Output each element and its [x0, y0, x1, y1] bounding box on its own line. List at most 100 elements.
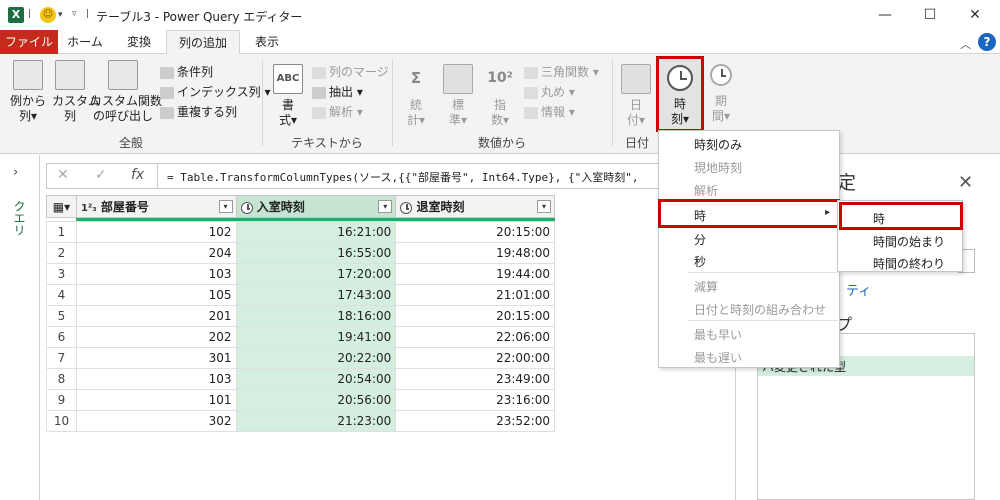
table-cell[interactable]: 18:16:00 [235, 305, 397, 327]
table-cell[interactable]: 301 [75, 347, 237, 369]
tab-home[interactable]: ホーム [58, 30, 112, 54]
index-column-button[interactable]: インデックス列 ▾ [160, 82, 270, 102]
table-cell[interactable]: 23:16:00 [395, 389, 555, 411]
cancel-icon[interactable]: ✕ [57, 167, 69, 183]
conditional-column-button[interactable]: 条件列 [160, 62, 270, 82]
table-cell[interactable]: 19:44:00 [395, 263, 555, 285]
close-icon[interactable]: ✕ [958, 172, 973, 193]
number-type-icon[interactable]: 1²₃ [81, 203, 97, 214]
time-type-icon[interactable] [400, 201, 413, 214]
merge-columns-button[interactable]: 列のマージ [312, 62, 389, 82]
filter-dropdown-icon[interactable]: ▾ [218, 200, 233, 213]
row-number[interactable]: 4 [46, 284, 77, 306]
table-cell[interactable]: 204 [75, 242, 237, 264]
menu-item-subtract[interactable]: 減算 [694, 278, 718, 295]
row-number[interactable]: 1 [46, 221, 77, 243]
table-cell[interactable]: 20:15:00 [395, 221, 555, 243]
row-number[interactable]: 6 [46, 326, 77, 348]
row-number[interactable]: 5 [46, 305, 77, 327]
table-cell[interactable]: 23:49:00 [395, 368, 555, 390]
statistics-button[interactable]: Σ 統 計▾ [398, 64, 434, 128]
column-from-examples-button[interactable]: 例から 列▾ [6, 60, 50, 124]
custom-column-button[interactable]: カスタム 列 [52, 60, 100, 124]
help-icon[interactable]: ? [978, 33, 996, 51]
table-cell[interactable]: 22:06:00 [395, 326, 555, 348]
row-number[interactable]: 10 [46, 410, 77, 432]
table-cell[interactable]: 202 [75, 326, 237, 348]
queries-label[interactable]: クエリ [12, 200, 28, 236]
column-header-entry-time[interactable]: 入室時刻 ▾ [235, 195, 397, 218]
submenu-item-start-of-hour[interactable]: 時間の始まり [873, 233, 945, 250]
submenu-item-hour[interactable]: 時 [839, 202, 963, 230]
table-cell[interactable]: 16:55:00 [235, 242, 397, 264]
table-cell[interactable]: 17:20:00 [235, 263, 397, 285]
table-cell[interactable]: 101 [75, 389, 237, 411]
table-cell[interactable]: 20:15:00 [395, 305, 555, 327]
check-icon[interactable]: ✓ [95, 167, 107, 183]
table-menu-icon[interactable]: ▦▾ [46, 195, 77, 218]
menu-item-second[interactable]: 秒 [694, 253, 706, 270]
table-cell[interactable]: 201 [75, 305, 237, 327]
tab-add-column[interactable]: 列の追加 [166, 30, 240, 54]
collapse-ribbon-icon[interactable]: ︿ [960, 36, 971, 52]
tab-file[interactable]: ファイル [0, 30, 58, 54]
fx-icon[interactable]: fx [131, 167, 144, 183]
table-cell[interactable]: 23:52:00 [395, 410, 555, 432]
menu-item-minute[interactable]: 分 [694, 231, 706, 248]
information-button[interactable]: 情報 ▾ [524, 102, 599, 122]
filter-dropdown-icon[interactable]: ▾ [537, 200, 551, 213]
row-number[interactable]: 7 [46, 347, 77, 369]
expand-queries-icon[interactable]: › [13, 165, 18, 180]
minimize-button[interactable]: — [870, 5, 900, 25]
tab-transform[interactable]: 変換 [112, 30, 166, 54]
submenu-item-end-of-hour[interactable]: 時間の終わり [873, 255, 945, 272]
invoke-custom-function-button[interactable]: カスタム関数 の呼び出し [90, 60, 162, 124]
menu-item-local-time[interactable]: 現地時刻 [694, 159, 742, 176]
table-cell[interactable]: 103 [75, 368, 237, 390]
trigonometry-button[interactable]: 三角関数 ▾ [524, 62, 599, 82]
parse-button[interactable]: 解析 ▾ [312, 102, 389, 122]
close-button[interactable]: ✕ [960, 5, 990, 25]
all-properties-link[interactable]: ティ [846, 280, 871, 299]
row-number[interactable]: 9 [46, 389, 77, 411]
table-cell[interactable]: 22:00:00 [395, 347, 555, 369]
scientific-button[interactable]: 10² 指 数▾ [482, 64, 518, 128]
table-cell[interactable]: 16:21:00 [235, 221, 397, 243]
table-cell[interactable]: 19:48:00 [395, 242, 555, 264]
standard-button[interactable]: 標 準▾ [440, 64, 476, 128]
menu-item-parse[interactable]: 解析 [694, 182, 718, 199]
time-type-icon[interactable] [240, 201, 253, 214]
row-number[interactable]: 3 [46, 263, 77, 285]
customize-toolbar-icon[interactable]: ▿ [72, 9, 77, 19]
date-button[interactable]: 日 付▾ [618, 64, 654, 128]
chevron-down-icon[interactable]: ▾ [58, 10, 63, 20]
table-cell[interactable]: 21:23:00 [235, 410, 397, 432]
duration-button[interactable]: 期 間▾ [706, 64, 736, 124]
menu-item-earliest[interactable]: 最も早い [694, 326, 742, 343]
rounding-button[interactable]: 丸め ▾ [524, 82, 599, 102]
table-cell[interactable]: 105 [75, 284, 237, 306]
maximize-button[interactable]: ☐ [915, 5, 945, 25]
table-cell[interactable]: 20:56:00 [235, 389, 397, 411]
extract-button[interactable]: 抽出 ▾ [312, 82, 389, 102]
column-header-room[interactable]: 1²₃ 部屋番号 ▾ [75, 195, 237, 218]
formula-input[interactable]: = Table.TransformColumnTypes(ソース,{{"部屋番号… [167, 169, 667, 185]
table-cell[interactable]: 103 [75, 263, 237, 285]
menu-item-combine-date-time[interactable]: 日付と時刻の組み合わせ [694, 301, 826, 318]
duplicate-column-button[interactable]: 重複する列 [160, 102, 270, 122]
table-cell[interactable]: 21:01:00 [395, 284, 555, 306]
filter-dropdown-icon[interactable]: ▾ [378, 200, 393, 213]
menu-item-latest[interactable]: 最も遅い [694, 349, 742, 366]
table-cell[interactable]: 20:54:00 [235, 368, 397, 390]
table-cell[interactable]: 302 [75, 410, 237, 432]
menu-item-hour[interactable]: 時 ▸ [658, 199, 840, 228]
menu-item-time-only[interactable]: 時刻のみ [694, 136, 742, 153]
smiley-icon[interactable]: ☺ [40, 7, 56, 23]
tab-view[interactable]: 表示 [240, 30, 294, 54]
format-button[interactable]: ABC 書 式▾ [270, 64, 306, 128]
row-number[interactable]: 2 [46, 242, 77, 264]
table-cell[interactable]: 20:22:00 [235, 347, 397, 369]
row-number[interactable]: 8 [46, 368, 77, 390]
table-cell[interactable]: 102 [75, 221, 237, 243]
table-cell[interactable]: 19:41:00 [235, 326, 397, 348]
